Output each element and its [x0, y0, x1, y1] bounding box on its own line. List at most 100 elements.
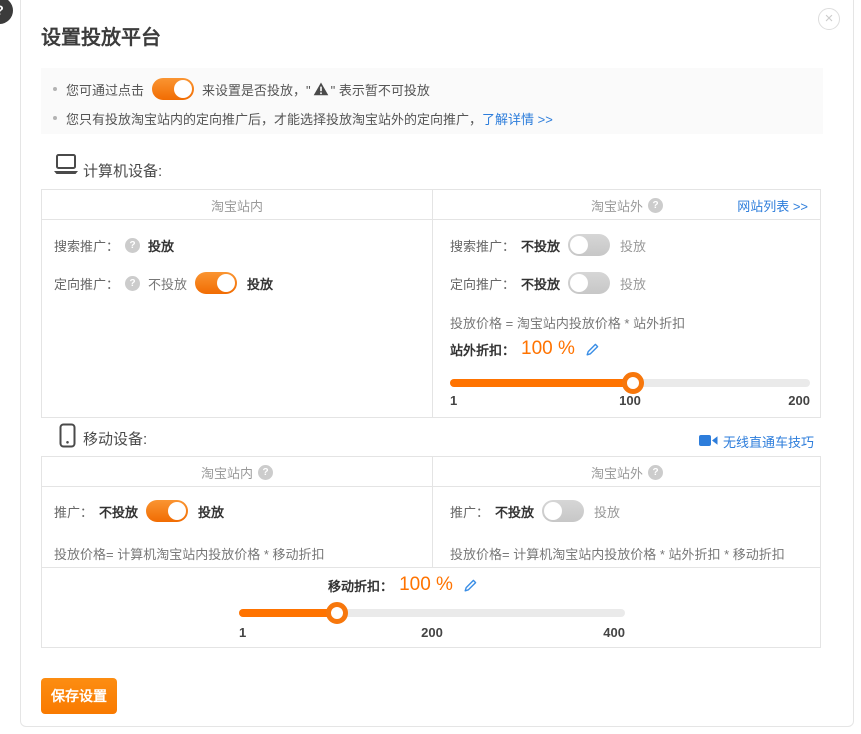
mobile-discount-row: 移动折扣： 100 % [14, 572, 792, 598]
toggle-knob [544, 502, 562, 520]
close-button[interactable]: × [818, 8, 840, 30]
save-settings-button[interactable]: 保存设置 [41, 678, 117, 714]
mobile-outside-promo-row: 推广： 不投放 投放 [450, 500, 620, 522]
slider-fill [450, 379, 633, 387]
set-platform-dialog: × 设置投放平台 您可通过点击 来设置是否投放，" " 表示暂不可投放 您只有投… [20, 0, 854, 727]
off-state-label: 不投放 [521, 274, 560, 293]
off-state-label: 不投放 [99, 502, 138, 521]
outside-discount-slider[interactable] [450, 372, 810, 394]
column-divider [432, 457, 433, 567]
demo-toggle [152, 78, 194, 100]
header-label: 淘宝站外 [591, 196, 643, 215]
mobile-inside-price-formula: 投放价格= 计算机淘宝站内投放价格 * 移动折扣 [54, 544, 325, 563]
wireless-tips-link[interactable]: 无线直通车技巧 [699, 432, 814, 451]
computer-outside-targeted-toggle[interactable] [568, 272, 610, 294]
mobile-table: 淘宝站内 ? 淘宝站外 ? 推广： 不投放 投放 投放价格= 计算机淘宝站内投放… [41, 456, 821, 648]
tick-mid: 200 [421, 625, 443, 640]
notice-line1-post: " 表示暂不可投放 [331, 80, 430, 99]
notice-line-1: 您可通过点击 来设置是否投放，" " 表示暂不可投放 [53, 77, 430, 101]
warning-icon [313, 82, 329, 96]
on-state-label: 投放 [620, 274, 646, 293]
notice-line-2: 您只有投放淘宝站内的定向推广后，才能选择投放淘宝站外的定向推广， 了解详情 >> [53, 109, 553, 127]
on-state-label: 投放 [594, 502, 620, 521]
tick-mid: 100 [619, 393, 641, 408]
slider-handle[interactable] [326, 602, 348, 624]
site-list-link[interactable]: 网站列表 >> [737, 196, 808, 215]
header-label: 淘宝站内 [201, 463, 253, 482]
on-state-label: 投放 [247, 274, 273, 293]
header-taobao-inside: 淘宝站内 [42, 190, 432, 220]
outside-price-formula: 投放价格 = 淘宝站内投放价格 * 站外折扣 [450, 313, 685, 332]
mobile-discount-slider[interactable] [239, 602, 625, 624]
slider-fill [239, 609, 337, 617]
computer-inside-search-row: 搜索推广： ? 投放 [54, 234, 174, 256]
slider-handle[interactable] [622, 372, 644, 394]
page-title: 设置投放平台 [41, 21, 161, 50]
row-label: 搜索推广： [450, 236, 515, 255]
toggle-knob [174, 80, 192, 98]
help-icon[interactable]: ? [125, 276, 140, 291]
off-state-label: 不投放 [521, 236, 560, 255]
row-label: 定向推广： [450, 274, 515, 293]
discount-value: 100 % [399, 574, 453, 596]
slider-ticks: 1 100 200 [450, 393, 810, 409]
tick-min: 1 [450, 393, 457, 408]
tick-max: 200 [788, 393, 810, 408]
off-state-label: 不投放 [495, 502, 534, 521]
mobile-inside-promo-row: 推广： 不投放 投放 [54, 500, 224, 522]
wireless-tips-label: 无线直通车技巧 [723, 432, 814, 451]
mobile-outside-price-formula: 投放价格= 计算机淘宝站内投放价格 * 站外折扣 * 移动折扣 [450, 544, 785, 563]
computer-table-header: 淘宝站内 淘宝站外 ? 网站列表 >> [42, 190, 820, 220]
row-divider [42, 567, 820, 568]
computer-outside-targeted-row: 定向推广： 不投放 投放 [450, 272, 646, 294]
discount-label: 移动折扣： [328, 576, 393, 595]
notice-box: 您可通过点击 来设置是否投放，" " 表示暂不可投放 您只有投放淘宝站内的定向推… [41, 68, 823, 134]
computer-section-label: 计算机设备: [83, 160, 162, 181]
mobile-table-header: 淘宝站内 ? 淘宝站外 ? [42, 457, 820, 487]
tick-max: 400 [603, 625, 625, 640]
header-label: 淘宝站内 [211, 196, 263, 215]
computer-outside-search-row: 搜索推广： 不投放 投放 [450, 234, 646, 256]
off-state-label: 不投放 [148, 274, 187, 293]
row-label: 定向推广： [54, 274, 119, 293]
computer-table: 淘宝站内 淘宝站外 ? 网站列表 >> 搜索推广： ? 投放 定向推广： ? [41, 189, 821, 418]
help-icon[interactable]: ? [648, 198, 663, 213]
bullet-dot [53, 116, 57, 120]
toggle-knob [570, 236, 588, 254]
toggle-knob [217, 274, 235, 292]
computer-inside-targeted-row: 定向推广： ? 不投放 投放 [54, 272, 273, 294]
video-camera-icon [699, 434, 718, 450]
tick-min: 1 [239, 625, 246, 640]
page: × 设置投放平台 您可通过点击 来设置是否投放，" " 表示暂不可投放 您只有投… [0, 0, 861, 734]
help-icon[interactable]: ? [258, 465, 273, 480]
header-taobao-outside: 淘宝站外 ? [432, 457, 822, 487]
help-icon[interactable]: ? [125, 238, 140, 253]
page-corner-icon: ? [0, 0, 13, 24]
row-label: 推广： [54, 502, 93, 521]
edit-pencil-icon[interactable] [463, 578, 478, 593]
mobile-inside-promo-toggle[interactable] [146, 500, 188, 522]
header-label: 淘宝站外 [591, 463, 643, 482]
notice-line1-mid: 来设置是否投放，" [202, 80, 311, 99]
on-state-label: 投放 [198, 502, 224, 521]
slider-rail[interactable] [450, 379, 810, 387]
row-label: 推广： [450, 502, 489, 521]
mobile-section-label: 移动设备: [83, 428, 147, 449]
edit-pencil-icon[interactable] [585, 342, 600, 357]
slider-ticks: 1 200 400 [239, 625, 625, 641]
help-icon[interactable]: ? [648, 465, 663, 480]
toggle-knob [168, 502, 186, 520]
mobile-outside-promo-toggle[interactable] [542, 500, 584, 522]
smartphone-icon [59, 423, 76, 453]
discount-label: 站外折扣： [450, 340, 515, 359]
outside-discount-row: 站外折扣： 100 % [450, 336, 600, 362]
discount-value: 100 % [521, 338, 575, 360]
header-taobao-inside: 淘宝站内 ? [42, 457, 432, 487]
notice-line2-text: 您只有投放淘宝站内的定向推广后，才能选择投放淘宝站外的定向推广， [66, 109, 482, 128]
learn-more-link[interactable]: 了解详情 >> [482, 109, 553, 128]
slider-rail[interactable] [239, 609, 625, 617]
notice-line1-pre: 您可通过点击 [66, 80, 144, 99]
computer-outside-search-toggle[interactable] [568, 234, 610, 256]
computer-inside-targeted-toggle[interactable] [195, 272, 237, 294]
bullet-dot [53, 87, 57, 91]
